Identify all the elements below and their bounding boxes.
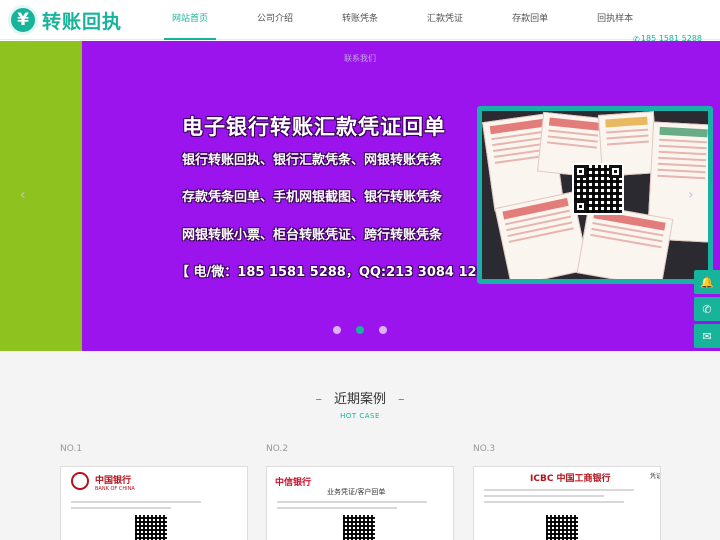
section-title: – 近期案例 –: [0, 388, 720, 407]
phone-icon[interactable]: ✆: [694, 297, 720, 321]
logo-text: 转账回执: [42, 10, 123, 33]
case-card-2[interactable]: NO.2 中信银行 业务凭证/客户回单: [266, 444, 454, 540]
section-subtitle: HOT CASE: [340, 412, 380, 420]
section-title-text: 近期案例: [333, 392, 386, 407]
recent-cases-section: – 近期案例 – HOT CASE NO.1 中国银行 BANK OF CHINA …: [0, 351, 720, 540]
nav-item-samples[interactable]: 回执样本: [589, 0, 641, 40]
case-bank-name: 中国银行: [95, 476, 132, 486]
qr-code-icon: [135, 515, 167, 540]
case-bank-english: BANK OF CHINA: [95, 486, 135, 492]
case-doc-title: 凭证: [650, 473, 661, 480]
banner-line-1: 银行转账回执、银行汇款凭条、网银转账凭条: [182, 153, 443, 168]
nav-item-transfer-slips[interactable]: 转账凭条: [334, 0, 386, 40]
banner-prev-slide-edge: [0, 41, 82, 351]
nav-item-deposit[interactable]: 存款回单: [504, 0, 556, 40]
slider-dot-3[interactable]: [379, 326, 387, 334]
main-nav: 网站首页 公司介绍 转账凭条 汇款凭证 存款回单 回执样本: [164, 0, 674, 40]
site-header: ¥ 转账回执 网站首页 公司介绍 转账凭条 汇款凭证 存款回单 回执样本 ✆ 1…: [0, 0, 720, 44]
site-logo[interactable]: ¥ 转账回执: [8, 4, 122, 36]
yen-logo-icon: ¥: [8, 5, 38, 35]
bell-icon[interactable]: 🔔: [694, 270, 720, 294]
banner-caption: 联系我们: [344, 54, 376, 63]
case-thumbnail[interactable]: 中信银行 业务凭证/客户回单: [266, 466, 454, 540]
title-dash: –: [315, 392, 322, 407]
qr-code-icon: [343, 515, 375, 540]
banner-receipts-photo: [477, 106, 713, 284]
bank-logo-icon: [71, 472, 89, 490]
case-number: NO.2: [266, 444, 289, 454]
nav-item-home[interactable]: 网站首页: [164, 0, 217, 40]
nav-item-about[interactable]: 公司介绍: [249, 0, 301, 40]
receipt-image: [576, 204, 674, 279]
chevron-right-icon[interactable]: ›: [688, 187, 694, 203]
case-bank-name: ICBC 中国工商银行: [530, 474, 611, 484]
chat-icon[interactable]: ✉: [694, 324, 720, 348]
banner-contact: 【 电/微：185 1581 5288，QQ:213 3084 126 】: [176, 265, 504, 280]
case-bank-name: 中信银行: [275, 478, 312, 488]
banner-title: 电子银行转账汇款凭证回单: [182, 115, 446, 139]
qr-code-icon: [572, 163, 624, 215]
case-doc-title: 业务凭证/客户回单: [327, 488, 386, 496]
banner-line-2: 存款凭条回单、手机网银截图、银行转账凭条: [182, 190, 443, 205]
slider-dot-2[interactable]: [356, 326, 364, 334]
title-dash: –: [398, 392, 405, 407]
case-card-1[interactable]: NO.1 中国银行 BANK OF CHINA: [60, 444, 248, 540]
case-number: NO.1: [60, 444, 83, 454]
nav-item-remittance[interactable]: 汇款凭证: [419, 0, 471, 40]
case-thumbnail[interactable]: ICBC 中国工商银行 凭证: [473, 466, 661, 540]
banner-line-3: 网银转账小票、柜台转账凭证、跨行转账凭条: [182, 228, 443, 243]
qr-code-icon: [546, 515, 578, 540]
hero-banner-slider[interactable]: 联系我们 电子银行转账汇款凭证回单 银行转账回执、银行汇款凭条、网银转账凭条 存…: [0, 41, 720, 351]
case-thumbnail[interactable]: 中国银行 BANK OF CHINA: [60, 466, 248, 540]
case-number: NO.3: [473, 444, 496, 454]
slider-dot-1[interactable]: [333, 326, 341, 334]
chevron-left-icon[interactable]: ‹: [20, 187, 26, 203]
case-card-3[interactable]: NO.3 ICBC 中国工商银行 凭证: [473, 444, 661, 540]
slider-pagination: [333, 326, 402, 334]
